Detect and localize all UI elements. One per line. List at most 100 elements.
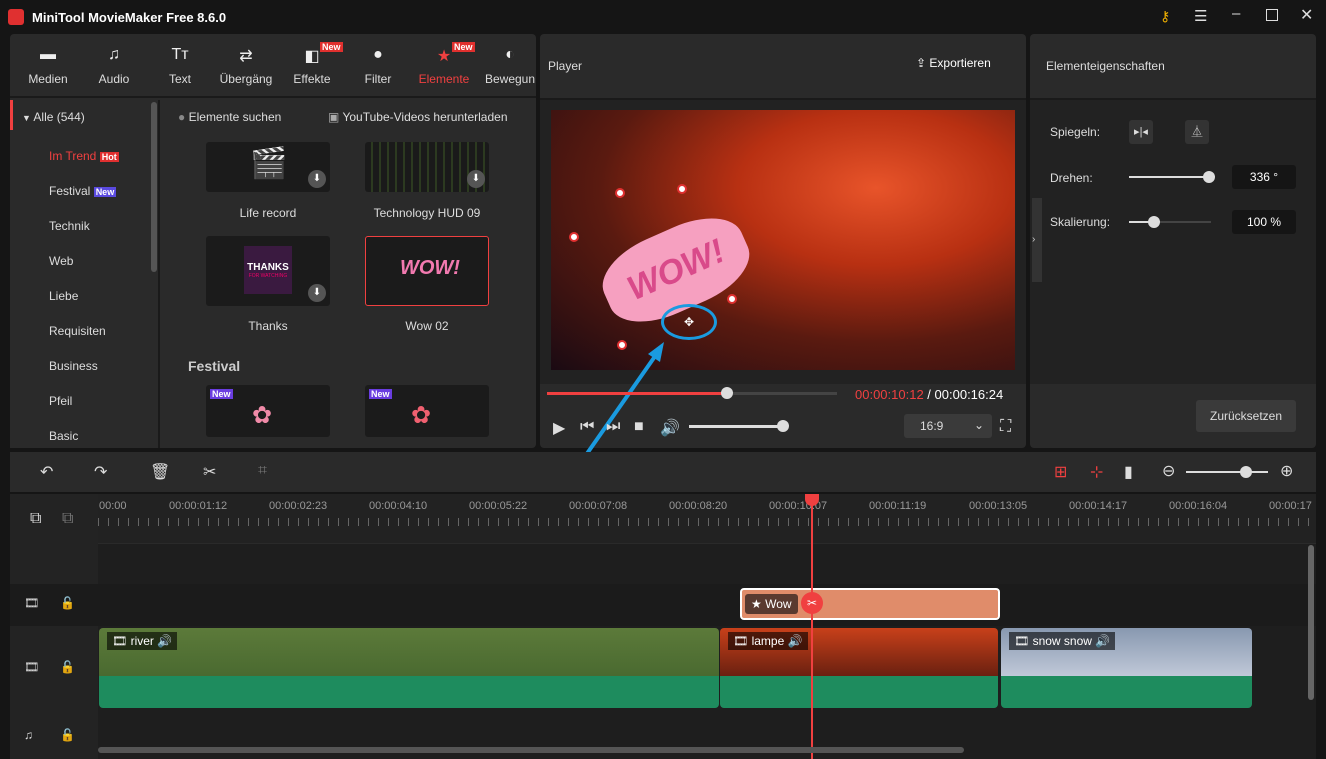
previous-frame-button[interactable]: ⏮ xyxy=(580,418,594,436)
minimize-button[interactable]: – xyxy=(1232,5,1240,22)
tab-text[interactable]: Tт Text xyxy=(146,46,214,86)
new-badge: New xyxy=(369,389,392,399)
scale-slider[interactable] xyxy=(1129,216,1211,228)
sidebar-item[interactable]: Liebe xyxy=(49,289,78,303)
sidebar-item[interactable]: Festival New xyxy=(49,184,117,198)
clip-label: Wow xyxy=(765,597,792,611)
collapse-panel-button[interactable]: › xyxy=(1032,198,1042,282)
sidebar-item[interactable]: Basic xyxy=(49,429,78,443)
tab-audio[interactable]: ♫ Audio xyxy=(80,46,148,86)
reset-button[interactable]: Zurücksetzen xyxy=(1196,400,1296,432)
zoom-in-icon[interactable]: ⊕ xyxy=(1280,461,1293,481)
resize-handle[interactable] xyxy=(677,184,687,194)
sidebar-item[interactable]: Im Trend Hot xyxy=(49,149,119,163)
audio-track-icon[interactable]: ▮ xyxy=(1124,462,1133,482)
rotate-slider[interactable] xyxy=(1129,171,1216,183)
add-track-icon[interactable]: ⧉ xyxy=(30,510,41,528)
resize-handle[interactable] xyxy=(727,294,737,304)
export-button[interactable]: ⇪ Exportieren xyxy=(916,56,991,70)
download-icon[interactable]: ⬇ xyxy=(467,170,485,188)
thumb-thanks[interactable]: THANKS FOR WATCHING ⬇ xyxy=(206,236,330,306)
undo-icon[interactable]: ↶ xyxy=(40,462,53,482)
thumb-festival-2[interactable]: New ✿ xyxy=(365,385,489,437)
mirror-vertical-button[interactable]: ⏅ xyxy=(1185,120,1209,144)
tab-label: Bewegun xyxy=(484,72,536,86)
tab-label: Übergäng xyxy=(219,72,273,86)
video-clip-snow[interactable]: 🎞 snow snow 🔊 xyxy=(1001,628,1252,708)
tab-bewegun[interactable]: ◐ Bewegun xyxy=(476,46,544,86)
sidebar-all[interactable]: ▼ Alle (544) xyxy=(22,110,152,124)
split-marker-icon[interactable]: ⊹ xyxy=(1090,462,1103,482)
search-elements[interactable]: ● Elemente suchen xyxy=(178,110,281,124)
music-icon: ♫ xyxy=(108,46,120,63)
thumb-technology-hud[interactable]: ⬇ xyxy=(365,142,489,192)
redo-icon[interactable]: ↷ xyxy=(94,462,107,482)
maximize-button[interactable] xyxy=(1266,9,1278,21)
rotate-input[interactable]: 336 ° xyxy=(1232,165,1296,189)
audio-icon: 🔊 xyxy=(787,634,803,648)
split-icon[interactable]: ✂ xyxy=(203,462,216,482)
current-time: 00:00:10:12 xyxy=(855,387,924,402)
sidebar-item[interactable]: Requisiten xyxy=(49,324,106,338)
play-button[interactable]: ▶ xyxy=(553,418,565,438)
sidebar-scrollbar[interactable] xyxy=(151,102,157,272)
scale-label: Skalierung: xyxy=(1050,215,1111,229)
download-icon[interactable]: ⬇ xyxy=(308,170,326,188)
next-frame-button[interactable]: ⏭ xyxy=(606,418,620,436)
sidebar-item[interactable]: Pfeil xyxy=(49,394,72,408)
mirror-horizontal-button[interactable]: ▸|◂ xyxy=(1129,120,1153,144)
tab-effekte[interactable]: ◧ Effekte New xyxy=(278,42,346,86)
aspect-ratio-select[interactable]: 16:9 ⌄ xyxy=(904,414,992,438)
video-clip-river[interactable]: 🎞 river 🔊 xyxy=(99,628,719,708)
youtube-label: YouTube-Videos herunterladen xyxy=(342,110,508,124)
sidebar-item-label: Basic xyxy=(49,429,79,443)
scale-input[interactable]: 100 % xyxy=(1232,210,1296,234)
volume-slider[interactable] xyxy=(689,420,789,432)
add-marker-icon[interactable]: ⊞ xyxy=(1054,462,1067,482)
sidebar-item-label: Im Trend xyxy=(49,149,97,163)
lock-icon[interactable]: 🔓 xyxy=(60,728,75,742)
crop-icon[interactable]: ⌗ xyxy=(258,462,267,480)
audio-icon: 🔊 xyxy=(1095,634,1111,648)
playback-progress[interactable] xyxy=(547,387,837,399)
lock-icon[interactable]: 🔓 xyxy=(60,660,75,674)
zoom-slider[interactable] xyxy=(1186,466,1268,478)
app-logo xyxy=(8,9,24,25)
sidebar-item[interactable]: Business xyxy=(49,359,98,373)
remove-track-icon[interactable]: ⧉ xyxy=(62,510,73,528)
film-icon: 🎞 xyxy=(1014,634,1033,648)
element-clip-wow[interactable]: ★ Wow xyxy=(740,588,1000,620)
resize-handle[interactable] xyxy=(569,232,579,242)
playhead[interactable] xyxy=(805,494,819,759)
youtube-download[interactable]: ▣ YouTube-Videos herunterladen xyxy=(328,110,508,124)
zoom-out-icon[interactable]: ⊖ xyxy=(1162,461,1175,481)
sidebar-item[interactable]: Web xyxy=(49,254,73,268)
vertical-scrollbar[interactable] xyxy=(1308,545,1314,700)
player-title: Player xyxy=(548,59,583,73)
tab-medien[interactable]: ▬ Medien xyxy=(14,46,82,86)
delete-icon[interactable]: 🗑 xyxy=(150,462,170,482)
menu-icon[interactable]: ☰ xyxy=(1194,7,1207,25)
thumb-wow-02[interactable]: WOW! xyxy=(365,236,489,306)
film-icon: 🎞 xyxy=(112,634,131,648)
volume-icon[interactable]: 🔊 xyxy=(660,418,680,438)
time-separator: / xyxy=(923,387,935,402)
stop-button[interactable]: ■ xyxy=(634,418,644,436)
ruler-label: 00:00:17 xyxy=(1269,500,1312,512)
ruler-label: 00:00:05:22 xyxy=(469,500,528,512)
horizontal-scrollbar[interactable] xyxy=(98,747,964,753)
tab-elemente[interactable]: ★ Elemente New xyxy=(410,42,478,86)
close-button[interactable]: ✕ xyxy=(1300,5,1313,25)
resize-handle[interactable] xyxy=(615,188,625,198)
lock-icon[interactable]: 🔓 xyxy=(60,596,75,610)
key-icon[interactable]: ⚷ xyxy=(1160,8,1170,25)
thumb-festival-1[interactable]: New ✿ xyxy=(206,385,330,437)
download-icon[interactable]: ⬇ xyxy=(308,284,326,302)
fullscreen-icon[interactable]: ⛶ xyxy=(1000,418,1011,436)
thumb-life-record[interactable]: 🎬 ⬇ xyxy=(206,142,330,192)
video-clip-lampe[interactable]: 🎞 lampe 🔊 xyxy=(720,628,998,708)
tab-übergäng[interactable]: ⇄ Übergäng xyxy=(212,46,280,86)
sidebar-item[interactable]: Technik xyxy=(49,219,90,233)
tab-filter[interactable]: ● Filter xyxy=(344,46,412,86)
split-scissors-icon[interactable]: ✂ xyxy=(801,592,823,614)
